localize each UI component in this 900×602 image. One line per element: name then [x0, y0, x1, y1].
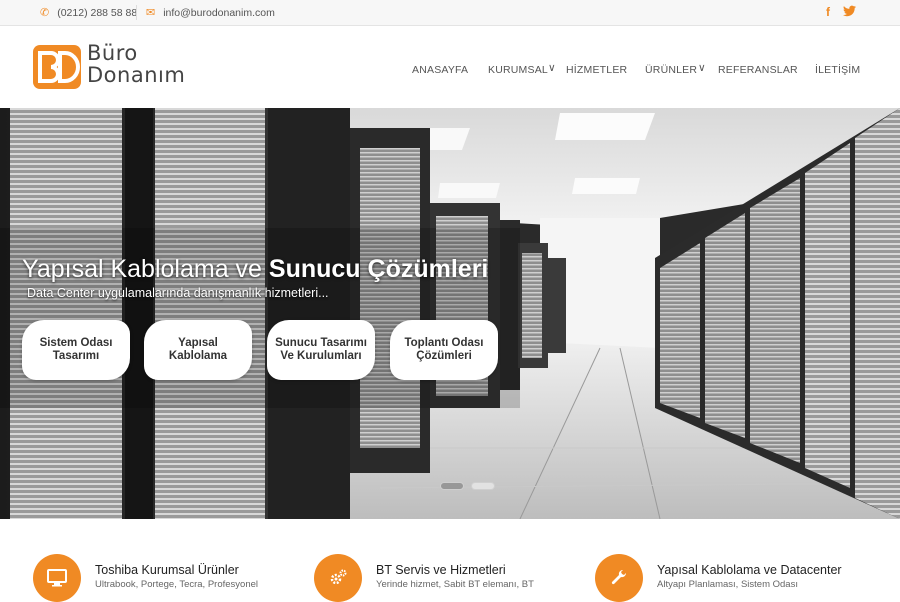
- feature-title[interactable]: BT Servis ve Hizmetleri: [376, 563, 506, 577]
- wrench-icon: [595, 554, 643, 602]
- datacenter-background-image: [0, 108, 900, 519]
- hero-slider[interactable]: Yapısal Kablolama ve Sunucu Çözümleri Da…: [0, 108, 900, 519]
- nav-item-hizmetler[interactable]: HİZMETLER: [566, 64, 627, 76]
- brand-name-line2: Donanım: [87, 63, 186, 87]
- slider-dot-1[interactable]: [440, 482, 464, 490]
- feature-bt-servis[interactable]: BT Servis ve Hizmetleri Yerinde hizmet, …: [314, 554, 574, 602]
- hero-headline-light: Yapısal Kablolama ve: [22, 255, 269, 283]
- phone-icon: ✆: [40, 7, 50, 19]
- nav-item-iletisim[interactable]: İLETİŞİM: [815, 64, 860, 76]
- feature-yapisal-kablolama[interactable]: Yapısal Kablolama ve Datacenter Altyapı …: [595, 554, 855, 602]
- hero-subtitle: Data Center uygulamalarında danışmanlık …: [27, 286, 329, 300]
- chevron-down-icon[interactable]: ∨: [548, 62, 556, 74]
- envelope-icon: ✉: [146, 7, 156, 19]
- site-header: Büro Donanım ANASAYFA KURUMSAL ∨ HİZMETL…: [0, 27, 900, 108]
- nav-item-kurumsal[interactable]: KURUMSAL: [488, 64, 548, 76]
- divider: [136, 5, 137, 20]
- chevron-down-icon[interactable]: ∨: [698, 62, 706, 74]
- brand-name-line1: Büro: [87, 41, 138, 65]
- feature-toshiba[interactable]: Toshiba Kurumsal Ürünler Ultrabook, Port…: [33, 554, 293, 602]
- nav-item-anasayfa[interactable]: ANASAYFA: [412, 64, 468, 76]
- nav-item-referanslar[interactable]: REFERANSLAR: [718, 64, 798, 76]
- twitter-icon[interactable]: [843, 5, 856, 20]
- phone-number: (0212) 288 58 88: [57, 6, 138, 19]
- service-button-toplanti-odasi[interactable]: Toplantı Odası Çözümleri: [390, 320, 498, 380]
- monitor-icon: [33, 554, 81, 602]
- phone-contact: ✆ (0212) 288 58 88: [40, 6, 138, 20]
- brand-logo[interactable]: Büro Donanım: [33, 41, 193, 91]
- service-button-sistem-odasi[interactable]: Sistem Odası Tasarımı: [22, 320, 130, 380]
- slider-dot-2[interactable]: [471, 482, 495, 490]
- service-button-sunucu-tasarimi[interactable]: Sunucu Tasarımı Ve Kurulumları: [267, 320, 375, 380]
- feature-title[interactable]: Yapısal Kablolama ve Datacenter: [657, 563, 842, 577]
- email-contact[interactable]: ✉ info@burodonanim.com: [146, 6, 275, 20]
- bd-logo-mark: [33, 45, 81, 89]
- nav-item-urunler[interactable]: ÜRÜNLER: [645, 64, 697, 76]
- top-bar: ✆ (0212) 288 58 88 ✉ info@burodonanim.co…: [0, 0, 900, 26]
- feature-title[interactable]: Toshiba Kurumsal Ürünler: [95, 563, 239, 577]
- service-button-yapisal-kablolama[interactable]: Yapısal Kablolama: [144, 320, 252, 380]
- gears-icon: [314, 554, 362, 602]
- email-address[interactable]: info@burodonanim.com: [163, 7, 275, 19]
- facebook-icon[interactable]: f: [826, 5, 830, 19]
- hero-headline: Yapısal Kablolama ve Sunucu Çözümleri: [22, 255, 488, 284]
- hero-headline-bold: Sunucu Çözümleri: [268, 255, 489, 283]
